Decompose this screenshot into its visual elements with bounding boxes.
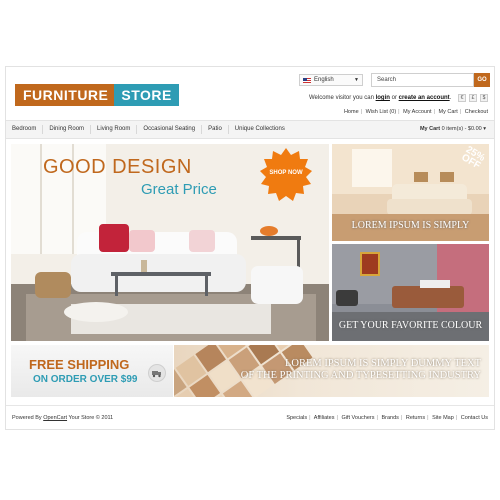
swatch-line-2: OF THE PRINTING AND TYPESETTING INDUSTRY	[240, 370, 481, 381]
currency-euro-button[interactable]: €	[458, 94, 466, 102]
language-select[interactable]: English ▼	[299, 74, 363, 86]
top-link-checkout[interactable]: Checkout	[465, 109, 488, 115]
divider: |	[398, 109, 400, 115]
create-account-link[interactable]: create an account	[399, 95, 450, 101]
free-shipping-banner[interactable]: FREE SHIPPING ON ORDER OVER $99	[11, 345, 173, 397]
welcome-prefix: Welcome visitor you can	[309, 95, 374, 101]
footer-link-gift-vouchers[interactable]: Gift Vouchers	[341, 415, 374, 421]
menu-item-unique-collections[interactable]: Unique Collections	[229, 125, 291, 134]
logo-text-furniture: FURNITURE	[15, 84, 115, 106]
side-banner-1-caption: LOREM IPSUM IS SIMPLY	[351, 220, 470, 231]
currency-pound-button[interactable]: £	[469, 94, 477, 102]
divider: |	[360, 109, 363, 115]
powered-prefix: Powered By	[12, 415, 42, 421]
side-banner-colour[interactable]: GET YOUR FAVORITE COLOUR	[332, 244, 489, 341]
search-input[interactable]: Search	[371, 73, 474, 87]
footer-link-site-map[interactable]: Site Map	[432, 415, 454, 421]
swatch-line-1: LOREM IPSUM IS SIMPLY DUMMY TEXT	[284, 358, 481, 369]
footer-link-brands[interactable]: Brands	[381, 415, 398, 421]
powered-by: Powered By OpenCart Your Store © 2011	[12, 415, 113, 421]
top-link-wishlist[interactable]: Wish List (0)	[366, 109, 397, 115]
powered-suffix: Your Store © 2011	[68, 415, 114, 421]
top-link-account[interactable]: My Account	[403, 109, 431, 115]
store-page: FURNITURE STORE English ▼ Search GO Welc…	[5, 66, 495, 430]
footer: Powered By OpenCart Your Store © 2011 Sp…	[6, 405, 494, 429]
hero-subtitle: Great Price	[141, 181, 217, 198]
divider: |	[336, 415, 338, 421]
top-link-cart[interactable]: My Cart	[439, 109, 458, 115]
currency-dollar-button[interactable]: $	[480, 94, 488, 102]
menu-item-patio[interactable]: Patio	[202, 125, 229, 134]
category-menu: Bedroom Dining Room Living Room Occasion…	[6, 120, 494, 139]
cart-total: 0 item(s) - $0.00	[441, 126, 482, 132]
footer-link-affiliates[interactable]: Affiliates	[314, 415, 335, 421]
top-links: Home | Wish List (0) | My Account | My Cart…	[344, 109, 488, 115]
cart-summary[interactable]: My Cart 0 item(s) - $0.00 ▾	[420, 126, 486, 132]
divider: |	[427, 415, 429, 421]
cart-label: My Cart	[419, 126, 441, 132]
free-shipping-subtitle: ON ORDER OVER $99	[33, 374, 138, 385]
hero-banner[interactable]: GOOD DESIGN Great Price SHOP NOW	[11, 144, 329, 341]
truck-icon	[148, 364, 166, 382]
chevron-down-icon: ▼	[354, 77, 359, 83]
login-link[interactable]: login	[376, 95, 390, 101]
side-banner-2-caption: GET YOUR FAVORITE COLOUR	[338, 320, 483, 331]
divider: |	[459, 109, 462, 115]
logo-text-store: STORE	[114, 84, 179, 106]
footer-links: Specials | Affiliates | Gift Vouchers | Bra…	[286, 415, 488, 421]
footer-link-contact-us[interactable]: Contact Us	[461, 415, 488, 421]
top-link-home[interactable]: Home	[344, 109, 359, 115]
menu-item-dining-room[interactable]: Dining Room	[43, 125, 92, 134]
divider: |	[400, 415, 403, 421]
uk-flag-icon	[303, 77, 311, 83]
free-shipping-title: FREE SHIPPING	[29, 357, 130, 372]
menu-item-bedroom[interactable]: Bedroom	[6, 125, 44, 134]
divider: |	[455, 415, 458, 421]
divider: |	[376, 415, 378, 421]
divider: |	[309, 415, 311, 421]
welcome-suffix: .	[449, 95, 452, 101]
divider: |	[433, 109, 435, 115]
welcome-or: or	[391, 95, 397, 101]
welcome-message: Welcome visitor you can login or create …	[309, 95, 451, 101]
swatch-banner[interactable]: LOREM IPSUM IS SIMPLY DUMMY TEXT OF THE …	[174, 345, 489, 397]
language-label: English	[314, 77, 334, 83]
menu-item-living-room[interactable]: Living Room	[91, 125, 138, 134]
footer-link-returns[interactable]: Returns	[406, 415, 425, 421]
opencart-link[interactable]: OpenCart	[43, 415, 67, 421]
chevron-down-icon: ▾	[483, 126, 486, 132]
menu-item-occasional-seating[interactable]: Occasional Seating	[137, 125, 203, 134]
hero-title: GOOD DESIGN	[43, 156, 192, 178]
store-logo[interactable]: FURNITURE STORE	[15, 84, 179, 106]
shop-now-button[interactable]: SHOP NOW	[258, 170, 314, 176]
side-banner-sale[interactable]: 25% OFF LOREM IPSUM IS SIMPLY	[332, 144, 489, 241]
footer-link-specials[interactable]: Specials	[286, 415, 307, 421]
swatch-banner-text: LOREM IPSUM IS SIMPLY DUMMY TEXT OF THE …	[241, 358, 481, 382]
search-go-button[interactable]: GO	[474, 73, 490, 87]
